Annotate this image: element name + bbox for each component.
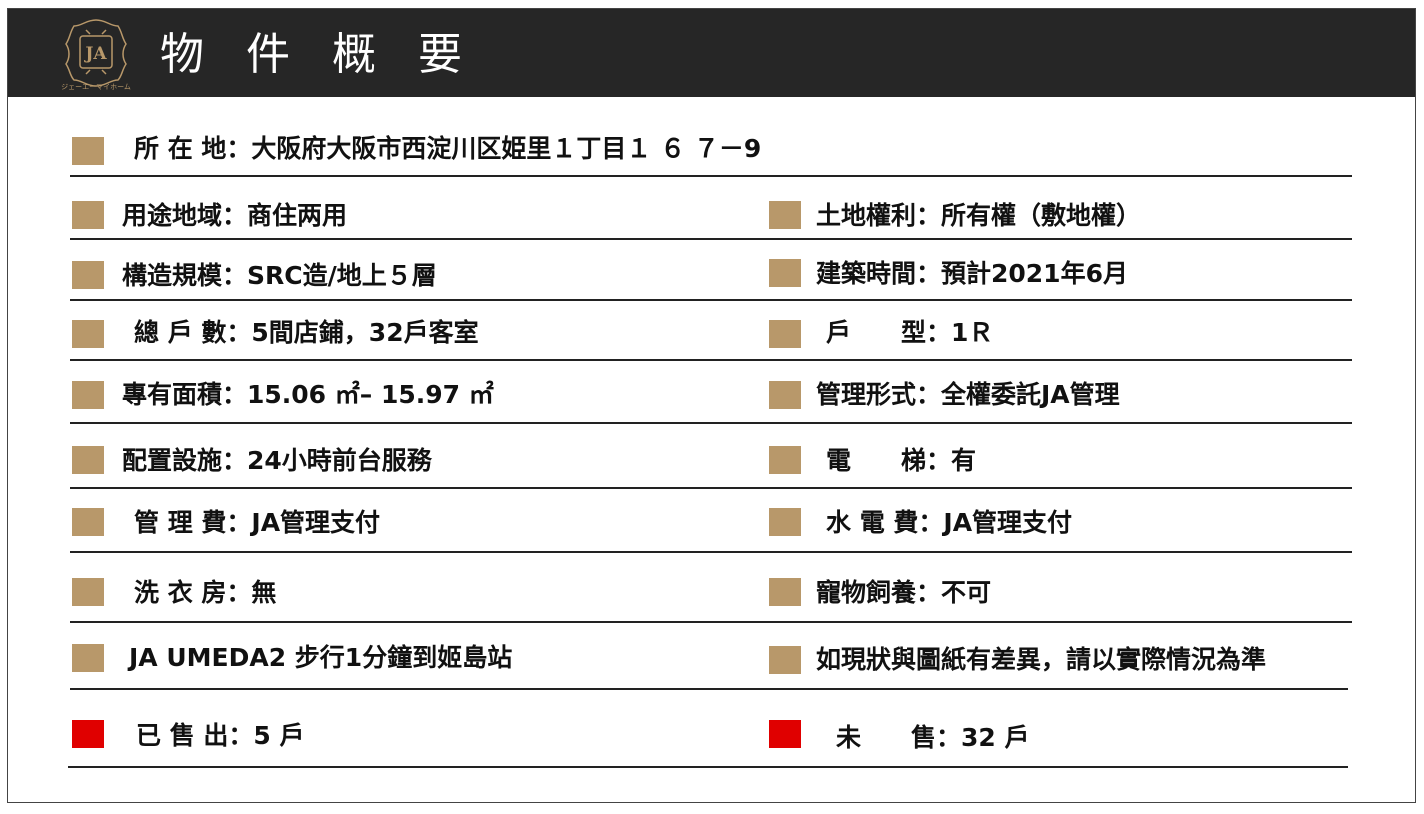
row-divider (70, 299, 1352, 301)
field-floor-area: 專有面積：15.06 ㎡– 15.97 ㎡ (122, 380, 494, 409)
marker-square (72, 508, 104, 536)
sold-marker-square (72, 720, 104, 748)
field-zoning: 用途地域：商住两用 (122, 201, 348, 230)
row-divider (70, 621, 1352, 623)
marker-square (72, 446, 104, 474)
field-disclaimer: 如現狀與圖紙有差異，請以實際情況為準 (816, 645, 1267, 674)
field-management: 管理形式：全權委託JA管理 (816, 380, 1120, 409)
field-management-fee: 管 理 費：JA管理支付 (134, 508, 381, 537)
row-divider (70, 487, 1352, 489)
unsold-marker-square (769, 720, 801, 748)
row-divider (68, 766, 1348, 768)
marker-square (769, 259, 801, 287)
marker-square (769, 320, 801, 348)
field-laundry: 洗 衣 房：無 (134, 578, 277, 607)
field-unsold: 未 售：32 戶 (836, 723, 1030, 752)
field-pets: 寵物飼養：不可 (816, 578, 992, 607)
field-elevator: 電 梯：有 (826, 446, 977, 475)
marker-square (769, 578, 801, 606)
marker-square (72, 381, 104, 409)
row-divider (70, 551, 1352, 553)
field-address: 所 在 地：大阪府大阪市西淀川区姫里１丁目１ ６ ７－9 (134, 134, 762, 163)
marker-square (72, 137, 104, 165)
field-utilities: 水 電 費：JA管理支付 (826, 508, 1073, 537)
field-facilities: 配置設施：24小時前台服務 (122, 446, 432, 475)
marker-square (72, 201, 104, 229)
marker-square (72, 644, 104, 672)
marker-square (769, 646, 801, 674)
marker-square (769, 381, 801, 409)
row-divider (70, 175, 1352, 177)
page-title: 物 件 概 要 (160, 29, 476, 80)
row-divider (70, 238, 1352, 240)
field-structure: 構造規模：SRC造/地上５層 (122, 261, 437, 290)
title-bar: JA ジェーエーマイホーム 物 件 概 要 (8, 9, 1415, 97)
marker-square (72, 578, 104, 606)
row-divider (70, 688, 1348, 690)
logo-mark: JA (83, 44, 107, 64)
marker-square (769, 201, 801, 229)
field-sold: 已 售 出：5 戶 (136, 721, 305, 750)
marker-square (72, 320, 104, 348)
logo-caption: ジェーエーマイホーム (61, 83, 131, 91)
field-total-units: 總 戶 數：5間店鋪，32戶客室 (134, 318, 479, 347)
marker-square (72, 261, 104, 289)
field-access: JA UMEDA2 步行1分鐘到姬島站 (129, 643, 513, 672)
row-divider (70, 422, 1352, 424)
field-unit-type: 戶 型：1Ｒ (826, 318, 994, 347)
field-land-rights: 土地權利：所有權（敷地權） (816, 201, 1142, 230)
marker-square (769, 508, 801, 536)
row-divider (70, 359, 1352, 361)
field-build-date: 建築時間：預計2021年6月 (816, 259, 1128, 288)
marker-square (769, 446, 801, 474)
